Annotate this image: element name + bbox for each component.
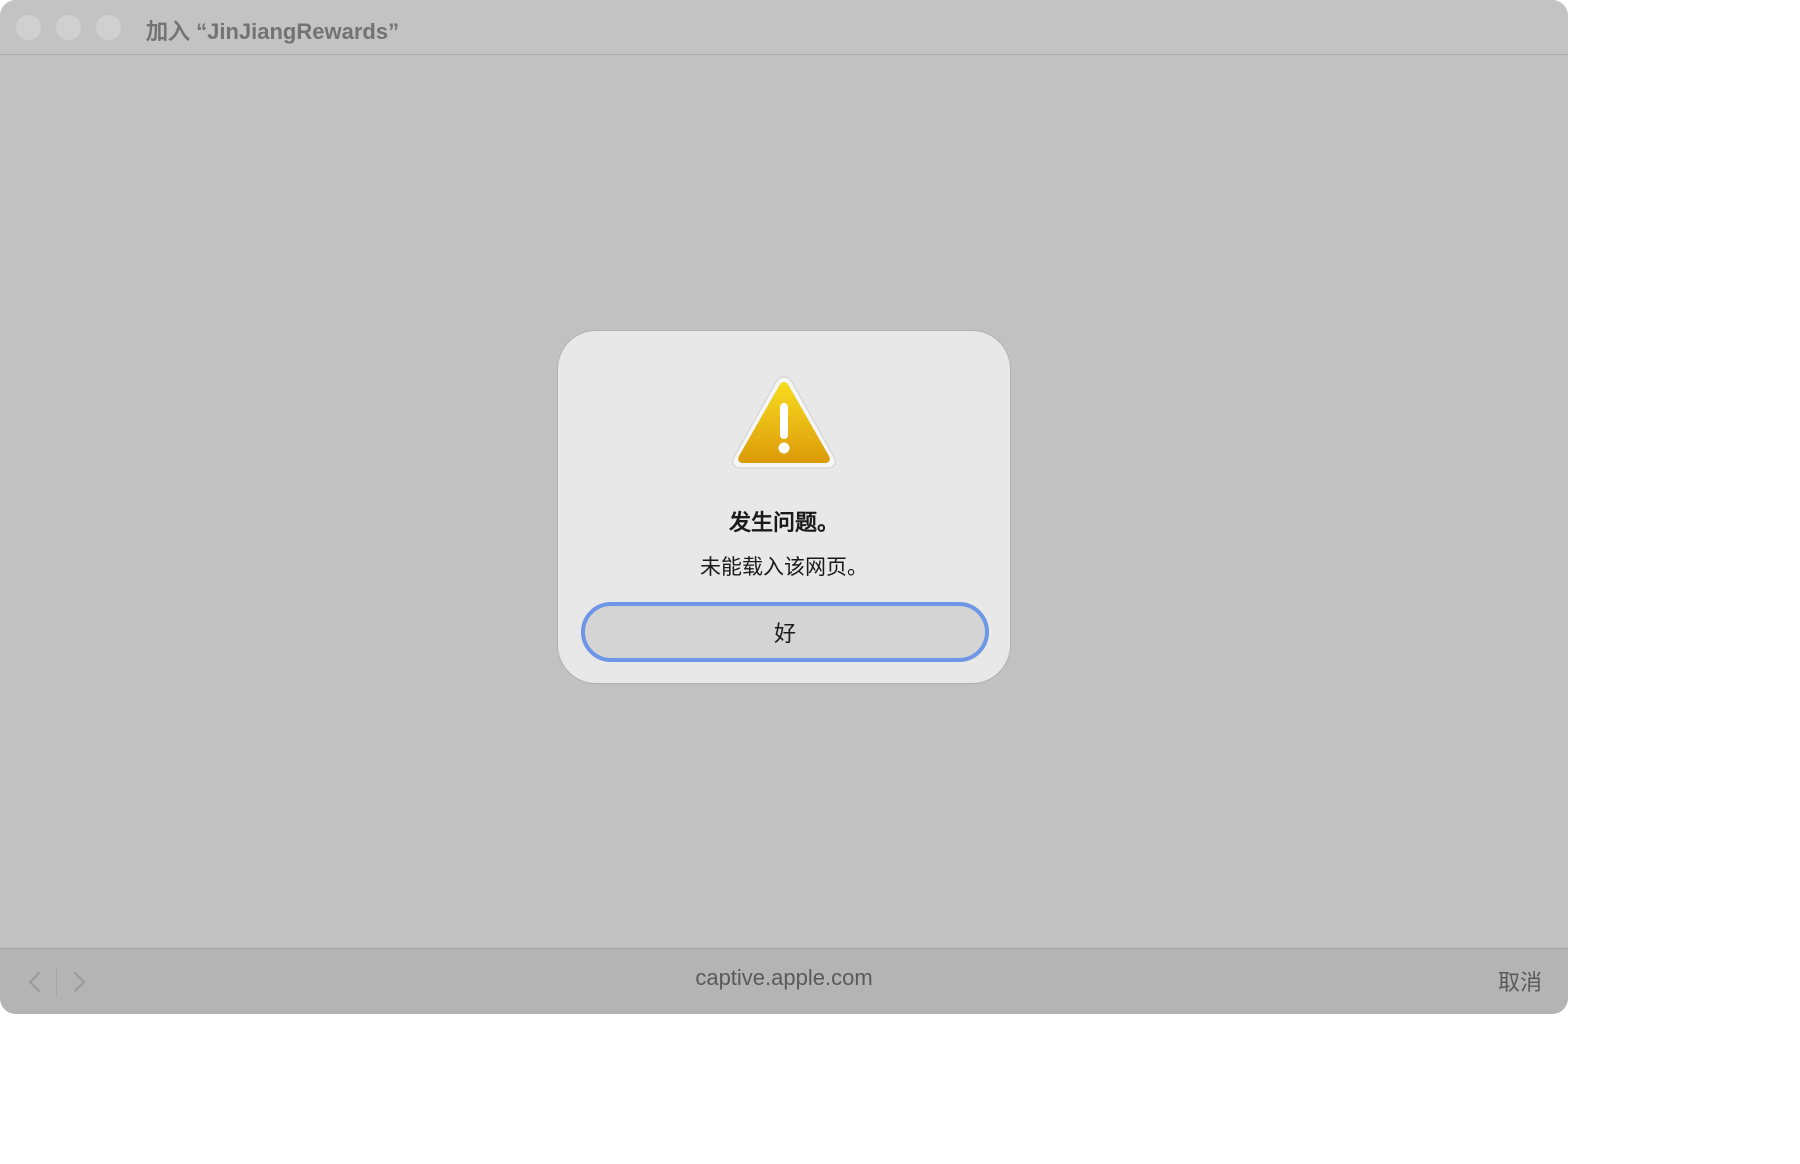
zoom-window-button[interactable] xyxy=(96,15,121,40)
alert-message: 未能载入该网页。 xyxy=(700,556,868,579)
bottom-toolbar: captive.apple.com 取消 xyxy=(0,948,1568,1014)
captive-portal-window: 加入 “JinJiangRewards” 发生问题。 未能载入该网页。 好 ca… xyxy=(0,0,1568,1014)
cancel-button[interactable]: 取消 xyxy=(1498,965,1542,997)
alert-dialog: 发生问题。 未能载入该网页。 好 xyxy=(558,331,1010,683)
ok-button[interactable]: 好 xyxy=(581,602,989,662)
minimize-window-button[interactable] xyxy=(56,15,81,40)
alert-title: 发生问题。 xyxy=(728,510,839,535)
title-bar: 加入 “JinJiangRewards” xyxy=(0,0,1568,55)
url-label: captive.apple.com xyxy=(695,965,873,990)
warning-icon xyxy=(732,376,836,469)
close-window-button[interactable] xyxy=(16,15,41,40)
window-title: 加入 “JinJiangRewards” xyxy=(146,19,400,44)
